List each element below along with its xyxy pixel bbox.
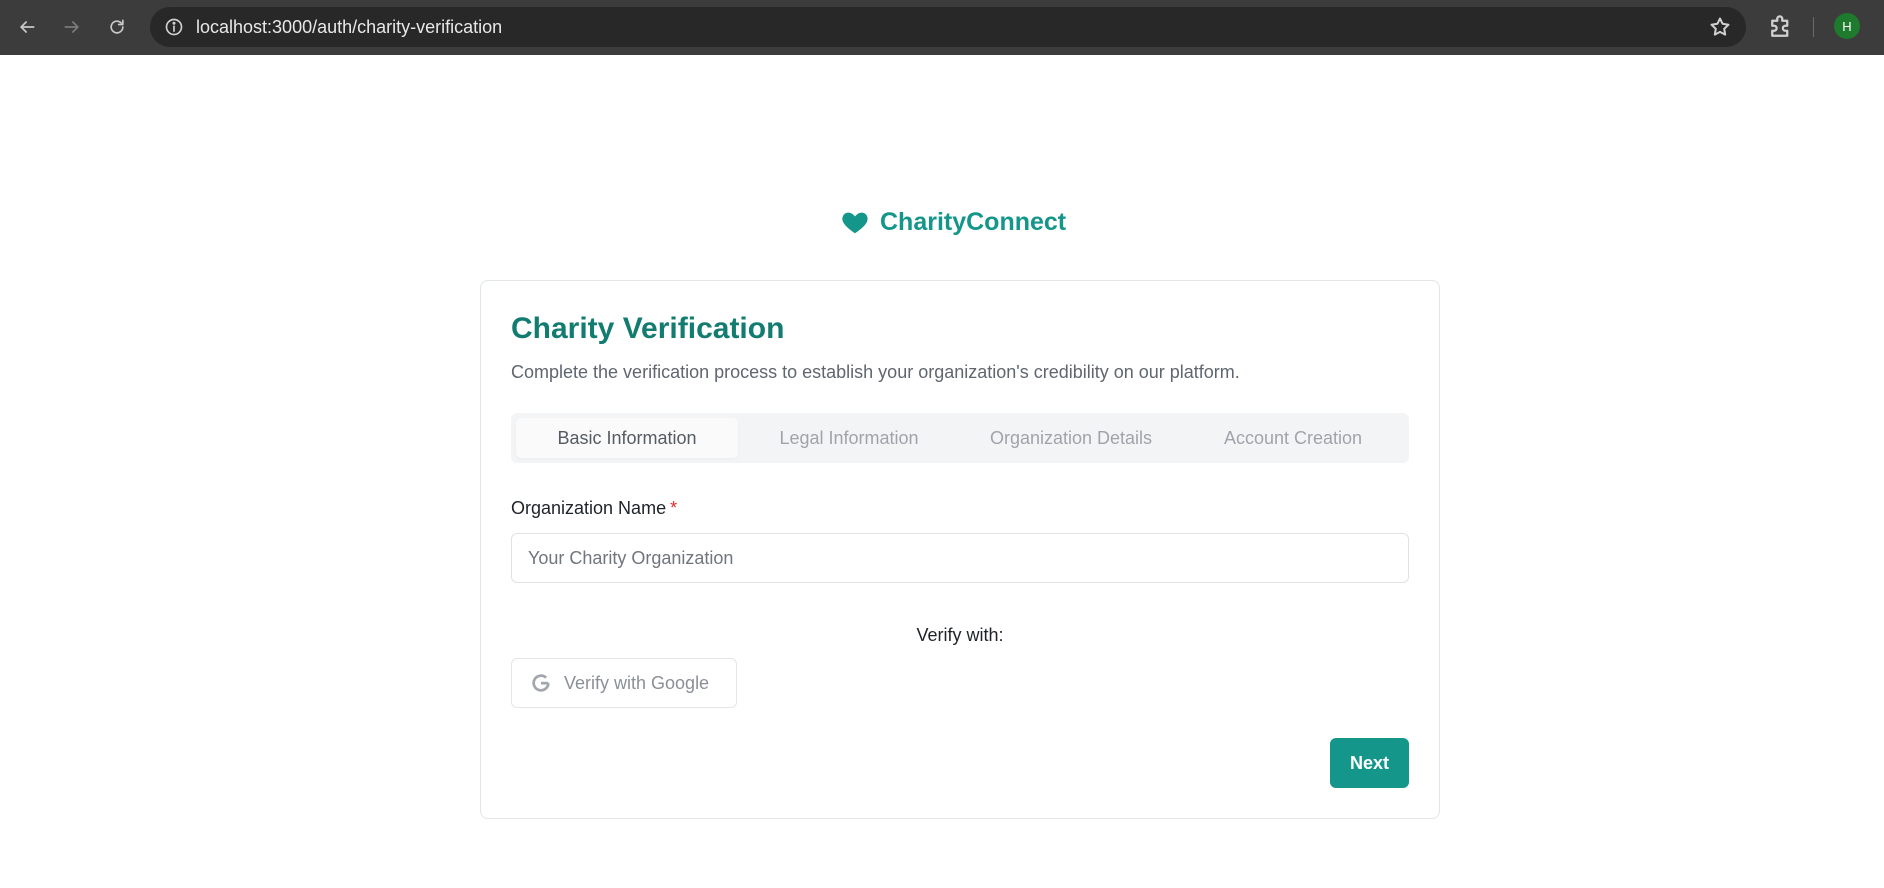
arrow-left-icon (20, 21, 35, 33)
reload-button[interactable] (100, 10, 134, 44)
tab-legal-information[interactable]: Legal Information (738, 418, 960, 458)
back-button[interactable] (10, 10, 44, 44)
profile-avatar[interactable]: H (1834, 13, 1860, 39)
site-info-button[interactable] (162, 15, 186, 39)
verification-card: Charity Verification Complete the verifi… (480, 280, 1440, 819)
verify-with-google-button[interactable]: Verify with Google (511, 658, 737, 708)
step-tabs: Basic Information Legal Information Orga… (511, 413, 1409, 463)
tab-basic-information[interactable]: Basic Information (516, 418, 738, 458)
forward-button[interactable] (55, 10, 89, 44)
verify-with-google-label: Verify with Google (564, 672, 710, 693)
browser-toolbar: localhost:3000/auth/charity-verification… (0, 0, 1884, 55)
star-icon (1710, 17, 1730, 36)
brand-logo[interactable]: CharityConnect (840, 205, 1066, 239)
google-g-icon (532, 674, 550, 692)
bookmark-button[interactable] (1708, 15, 1732, 39)
puzzle-icon (1771, 15, 1789, 37)
page-title: Charity Verification (511, 312, 785, 345)
next-button[interactable]: Next (1330, 738, 1409, 788)
organization-name-label-text: Organization Name (511, 498, 667, 518)
address-bar[interactable]: localhost:3000/auth/charity-verification (150, 7, 1746, 47)
tab-account-creation[interactable]: Account Creation (1182, 418, 1404, 458)
arrow-right-icon (64, 21, 79, 33)
url-text[interactable]: localhost:3000/auth/charity-verification (196, 7, 502, 47)
info-icon (165, 18, 183, 36)
extensions-button[interactable] (1766, 12, 1796, 42)
required-mark: * (670, 498, 678, 518)
organization-name-label: Organization Name * (511, 498, 677, 519)
reload-icon (110, 19, 124, 34)
tab-organization-details[interactable]: Organization Details (960, 418, 1182, 458)
verify-with-label: Verify with: (916, 625, 1004, 645)
organization-name-input[interactable] (511, 533, 1409, 583)
brand-name: CharityConnect (880, 207, 1067, 236)
heart-icon (842, 212, 868, 234)
page-subtitle: Complete the verification process to est… (511, 362, 1240, 382)
toolbar-divider (1813, 17, 1814, 37)
